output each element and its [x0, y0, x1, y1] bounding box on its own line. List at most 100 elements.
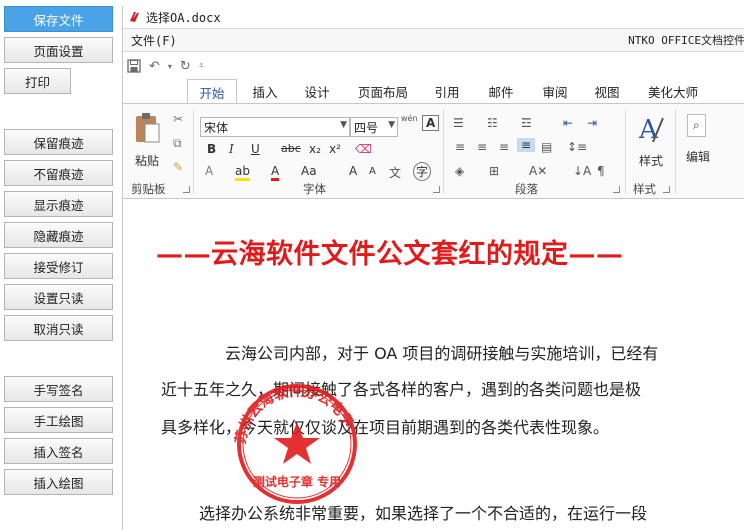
insert-signature-button[interactable]: 插入签名 — [4, 438, 113, 464]
numbering-icon[interactable]: ☷ — [487, 116, 498, 130]
font-size-select[interactable]: 四号 ▼ — [350, 117, 398, 137]
strikethrough-icon[interactable]: abc — [281, 142, 301, 155]
shrink-font-icon[interactable]: A — [369, 166, 376, 177]
handwrite-signature-button[interactable]: 手写签名 — [4, 376, 113, 402]
tab-references[interactable]: 引用 — [425, 79, 469, 104]
line-spacing-icon[interactable]: ↕≡ — [567, 140, 587, 154]
chevron-down-icon: ▼ — [388, 120, 395, 130]
document-page[interactable]: ——云海软件文件公文套红的规定—— 云海公司内部，对于 OA 项目的调研接触与实… — [123, 200, 744, 530]
increase-indent-icon[interactable]: ⇥ — [587, 116, 597, 130]
paragraph-line: 选择办公系统非常重要，如果选择了一个不合适的，在运行一段 — [199, 504, 648, 523]
copy-icon[interactable]: ⧉ — [173, 136, 182, 151]
align-left-icon[interactable]: ≡ — [455, 140, 465, 154]
word-app-icon — [130, 12, 139, 22]
action-panel: 保存文件 页面设置 打印 保留痕迹 不留痕迹 显示痕迹 隐藏痕迹 接受修订 设置… — [0, 0, 118, 530]
keep-traces-button[interactable]: 保留痕迹 — [4, 129, 113, 155]
paragraph-launcher-icon[interactable] — [613, 186, 620, 193]
paste-icon[interactable] — [133, 110, 163, 150]
chinese-layout-icon[interactable]: A✕ — [529, 164, 547, 178]
insert-drawing-button[interactable]: 插入绘图 — [4, 469, 113, 495]
wen-label: wén — [401, 114, 418, 123]
tab-mailings[interactable]: 邮件 — [479, 79, 523, 104]
shading-icon[interactable]: ◈ — [455, 164, 464, 178]
multilevel-list-icon[interactable]: ☲ — [521, 116, 532, 130]
edit-label[interactable]: 编辑 — [686, 148, 710, 165]
quick-access-toolbar: ↶ ▾ ↻ ⩡ — [123, 53, 744, 79]
file-menu[interactable]: 文件(F) — [131, 32, 177, 49]
redo-icon[interactable]: ↻ — [180, 59, 191, 74]
tab-view[interactable]: 视图 — [585, 79, 629, 104]
sort-icon[interactable]: ↓A — [573, 164, 591, 178]
borders-icon[interactable]: ⊞ — [489, 164, 499, 178]
clipboard-launcher-icon[interactable] — [183, 186, 190, 193]
format-painter-icon[interactable]: ✎ — [173, 160, 183, 174]
font-name-select[interactable]: 宋体 ▼ — [200, 117, 350, 137]
tab-home[interactable]: 开始 — [187, 79, 237, 104]
align-center-icon[interactable]: ≡ — [477, 140, 487, 154]
font-size-value: 四号 — [354, 120, 379, 135]
paragraph-line: 云海公司内部，对于 OA 项目的调研接触与实施培训，已经有 — [225, 344, 659, 363]
font-color-icon[interactable]: A — [271, 164, 280, 181]
customize-qat-icon[interactable]: ⩡ — [199, 61, 204, 71]
highlight-icon[interactable]: ab — [235, 164, 250, 181]
seal-bottom-text: 测试电子章 专用 — [253, 474, 341, 489]
no-traces-button[interactable]: 不留痕迹 — [4, 160, 113, 186]
accept-revisions-button[interactable]: 接受修订 — [4, 253, 113, 279]
italic-icon[interactable]: I — [229, 142, 234, 156]
undo-icon[interactable]: ↶ — [149, 59, 160, 74]
grow-font-icon[interactable]: A — [349, 164, 357, 178]
font-group-label: 字体 — [303, 182, 326, 196]
page-setup-button[interactable]: 页面设置 — [4, 37, 113, 63]
tab-page-layout[interactable]: 页面布局 — [351, 79, 415, 104]
cut-icon[interactable]: ✂ — [173, 112, 183, 126]
hide-traces-button[interactable]: 隐藏痕迹 — [4, 222, 113, 248]
undo-dropdown-icon[interactable]: ▾ — [168, 62, 172, 71]
superscript-icon[interactable]: x² — [329, 142, 341, 156]
bold-icon[interactable]: B — [207, 142, 216, 156]
styles-launcher-icon[interactable] — [663, 186, 670, 193]
tab-insert[interactable]: 插入 — [243, 79, 287, 104]
set-readonly-button[interactable]: 设置只读 — [4, 284, 113, 310]
paste-label[interactable]: 粘贴 — [135, 152, 159, 169]
clear-format-icon[interactable]: ⌫ — [355, 142, 372, 156]
justify-icon[interactable]: ≡ — [517, 138, 536, 152]
decrease-indent-icon[interactable]: ⇤ — [563, 116, 573, 130]
styles-label[interactable]: 样式 — [639, 152, 663, 169]
document-title: ——云海软件文件公文套红的规定—— — [156, 239, 624, 270]
bullets-icon[interactable]: ☰ — [453, 116, 464, 130]
menu-bar: 文件(F) NTKO OFFICE文档控件 — [123, 28, 744, 52]
electronic-seal-stamp: 苏州云海软件办公电子 测试电子章 专用 — [232, 383, 357, 504]
save-icon[interactable] — [127, 59, 141, 73]
show-marks-icon[interactable]: ¶ — [597, 164, 605, 178]
app-root: 保存文件 页面设置 打印 保留痕迹 不留痕迹 显示痕迹 隐藏痕迹 接受修订 设置… — [0, 0, 744, 530]
styles-icon[interactable]: A — [637, 112, 665, 146]
phonetic-guide-icon[interactable]: 文 — [389, 164, 401, 181]
svg-text:A: A — [638, 115, 659, 145]
char-border-icon[interactable]: A — [422, 115, 440, 131]
align-right-icon[interactable]: ≡ — [499, 140, 509, 154]
chevron-down-icon: ▼ — [340, 120, 347, 130]
text-effects-icon[interactable]: A — [205, 164, 213, 178]
group-separator — [193, 110, 194, 194]
ribbon-home: 粘贴 ✂ ⧉ ✎ 剪贴板 宋体 ▼ 四号 ▼ wén A B I U abc x… — [123, 103, 744, 199]
cancel-readonly-button[interactable]: 取消只读 — [4, 315, 113, 341]
print-button[interactable]: 打印 — [4, 68, 71, 94]
tab-review[interactable]: 审阅 — [533, 79, 577, 104]
find-icon[interactable]: ⌕ — [687, 114, 706, 137]
ntko-label: NTKO OFFICE文档控件 — [628, 34, 744, 47]
enclose-char-icon[interactable]: 字 — [413, 162, 432, 181]
tab-beautify[interactable]: 美化大师 — [641, 79, 705, 104]
show-traces-button[interactable]: 显示痕迹 — [4, 191, 113, 217]
save-file-button[interactable]: 保存文件 — [4, 6, 113, 32]
subscript-icon[interactable]: x₂ — [309, 142, 321, 156]
ribbon-tabs: 开始 插入 设计 页面布局 引用 邮件 审阅 视图 美化大师 — [123, 79, 744, 104]
tab-design[interactable]: 设计 — [295, 79, 339, 104]
font-launcher-icon[interactable] — [433, 186, 440, 193]
underline-icon[interactable]: U — [251, 142, 260, 156]
distributed-icon[interactable]: ▤ — [541, 140, 552, 154]
hand-drawing-button[interactable]: 手工绘图 — [4, 407, 113, 433]
clipboard-group-label: 剪贴板 — [131, 182, 166, 196]
group-separator — [443, 110, 444, 194]
font-name-value: 宋体 — [204, 120, 229, 135]
change-case-icon[interactable]: Aa — [301, 164, 317, 178]
